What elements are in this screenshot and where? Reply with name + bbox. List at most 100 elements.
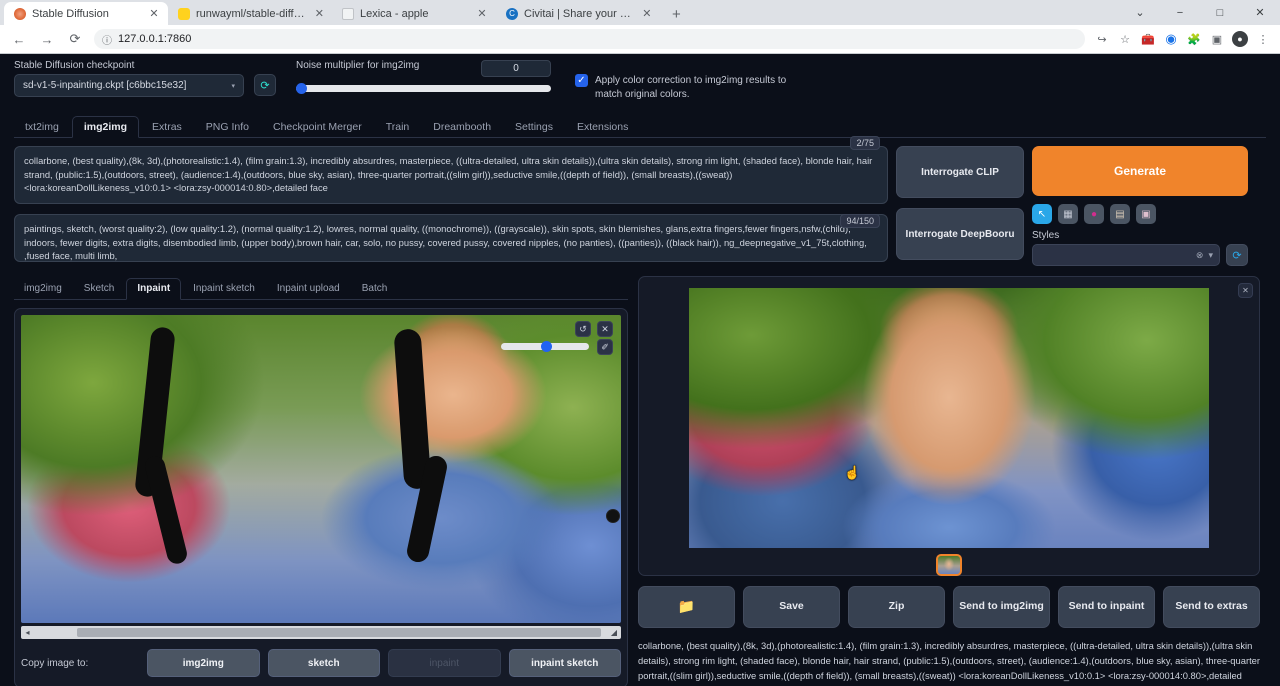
tab-extras[interactable]: Extras <box>141 117 193 138</box>
thumbnail-item[interactable] <box>936 554 962 576</box>
noise-multiplier-slider[interactable] <box>296 85 551 92</box>
interrogate-deepbooru-button[interactable]: Interrogate DeepBooru <box>896 208 1024 260</box>
close-icon[interactable]: ✕ <box>642 7 652 20</box>
canvas-horizontal-scrollbar[interactable]: ◂ ◢ <box>21 626 621 639</box>
workspace: img2img Sketch Inpaint Inpaint sketch In… <box>14 276 1266 686</box>
brush-size-slider[interactable] <box>501 343 589 350</box>
color-correction-checkbox[interactable]: ✓ <box>575 74 588 87</box>
huggingface-icon <box>178 8 190 20</box>
scrollbar-thumb[interactable] <box>77 628 601 637</box>
url-text: 127.0.0.1:7860 <box>118 33 191 45</box>
scroll-left-icon[interactable]: ◂ <box>21 628 34 637</box>
brush-slider-handle[interactable] <box>541 341 552 352</box>
negative-prompt-input[interactable]: paintings, sketch, (worst quality:2), (l… <box>14 214 888 262</box>
tab-txt2img[interactable]: txt2img <box>14 117 70 138</box>
toolbox-icon[interactable]: 🧰 <box>1137 28 1159 50</box>
send-to-img2img-button[interactable]: Send to img2img <box>953 586 1050 628</box>
address-bar[interactable]: ⓘ 127.0.0.1:7860 <box>94 29 1085 49</box>
back-icon[interactable]: ← <box>6 27 32 51</box>
refresh-checkpoints-button[interactable]: ⟳ <box>254 74 276 96</box>
tab-img2img[interactable]: img2img <box>72 116 139 139</box>
clipboard-icon[interactable]: ▤ <box>1110 204 1130 224</box>
minimize-icon[interactable]: − <box>1160 0 1200 25</box>
browser-tab-lexica[interactable]: Lexica - apple ✕ <box>332 2 496 25</box>
noise-multiplier-label: Noise multiplier for img2img <box>296 60 419 71</box>
close-icon[interactable]: ✕ <box>1238 283 1253 298</box>
output-panel: ✕ ☝ 📁 Save Zip Send to img2img Send to i… <box>638 276 1260 686</box>
bookmark-star-icon[interactable]: ☆ <box>1114 28 1136 50</box>
generate-button[interactable]: Generate <box>1032 146 1248 196</box>
subtab-img2img[interactable]: img2img <box>14 279 72 299</box>
sidepanel-icon[interactable]: ▣ <box>1206 28 1228 50</box>
browser-tab-civitai[interactable]: C Civitai | Share your models ✕ <box>496 2 660 25</box>
copy-to-sketch-button[interactable]: sketch <box>268 649 381 677</box>
apply-style-button[interactable]: ⟳ <box>1226 244 1248 266</box>
clear-canvas-icon[interactable]: ✕ <box>597 321 613 337</box>
prompt-fields: 2/75 collarbone, (best quality),(8k, 3d)… <box>14 146 888 266</box>
inpaint-canvas[interactable]: ↺ ✕ ✐ <box>21 315 621 623</box>
subtab-inpaint-sketch[interactable]: Inpaint sketch <box>183 279 265 299</box>
tab-dreambooth[interactable]: Dreambooth <box>422 117 502 138</box>
subtab-sketch[interactable]: Sketch <box>74 279 125 299</box>
puzzle-extension-icon[interactable]: 🧩 <box>1183 28 1205 50</box>
copy-image-label: Copy image to: <box>21 658 139 669</box>
paste-pink-icon[interactable]: ● <box>1084 204 1104 224</box>
interrogate-clip-button[interactable]: Interrogate CLIP <box>896 146 1024 198</box>
civitai-icon: C <box>506 8 518 20</box>
checkpoint-label: Stable Diffusion checkpoint <box>14 60 244 71</box>
reload-icon[interactable]: ⟳ <box>62 27 88 51</box>
new-tab-button[interactable]: + <box>666 6 687 23</box>
styles-label: Styles <box>1032 230 1248 241</box>
arrow-restore-icon[interactable]: ↖ <box>1032 204 1052 224</box>
kebab-menu-icon[interactable]: ⋮ <box>1252 28 1274 50</box>
subtab-batch[interactable]: Batch <box>352 279 398 299</box>
tab-settings[interactable]: Settings <box>504 117 564 138</box>
close-icon[interactable]: ✕ <box>315 7 324 20</box>
copy-to-inpaint-sketch-button[interactable]: inpaint sketch <box>509 649 622 677</box>
generation-info-text: collarbone, (best quality),(8k, 3d),(pho… <box>638 638 1260 686</box>
tab-png-info[interactable]: PNG Info <box>195 117 260 138</box>
profile-avatar-icon[interactable]: ● <box>1229 28 1251 50</box>
brush-cursor-preview <box>606 509 620 523</box>
save-button[interactable]: Save <box>743 586 840 628</box>
positive-prompt-input[interactable]: collarbone, (best quality),(8k, 3d),(pho… <box>14 146 888 204</box>
browser-tab-runwayml[interactable]: runwayml/stable-diffusion-inpai ✕ <box>168 2 332 25</box>
checkpoint-select[interactable]: sd-v1-5-inpainting.ckpt [c6bbc15e32] ▾ <box>14 74 244 97</box>
forward-icon[interactable]: → <box>34 27 60 51</box>
tab-search-chevron-icon[interactable]: ⌄ <box>1120 0 1160 25</box>
extension-blue-icon[interactable]: ◉ <box>1160 28 1182 50</box>
slider-handle[interactable] <box>296 83 307 94</box>
open-folder-button[interactable]: 📁 <box>638 586 735 628</box>
brush-tool-icon[interactable]: ✐ <box>597 339 613 355</box>
close-icon[interactable]: ✕ <box>476 7 488 20</box>
site-info-icon[interactable]: ⓘ <box>102 32 112 47</box>
subtab-inpaint-upload[interactable]: Inpaint upload <box>267 279 350 299</box>
send-to-extras-button[interactable]: Send to extras <box>1163 586 1260 628</box>
trash-icon[interactable]: ▦ <box>1058 204 1078 224</box>
copy-to-img2img-button[interactable]: img2img <box>147 649 260 677</box>
noise-multiplier-value[interactable]: 0 <box>481 60 551 77</box>
send-to-inpaint-button[interactable]: Send to inpaint <box>1058 586 1155 628</box>
clear-icon[interactable]: ⊗ <box>1196 250 1204 261</box>
undo-icon[interactable]: ↺ <box>575 321 591 337</box>
browser-tab-stable-diffusion[interactable]: Stable Diffusion ✕ <box>4 2 168 25</box>
generated-image[interactable]: ☝ <box>689 288 1209 548</box>
canvas-controls: ↺ ✕ <box>575 321 613 337</box>
close-icon[interactable]: ✕ <box>148 7 160 20</box>
chevron-down-icon[interactable]: ▾ <box>1208 250 1213 261</box>
share-icon[interactable]: ↪ <box>1091 28 1113 50</box>
subtab-inpaint[interactable]: Inpaint <box>126 278 181 300</box>
page-icon <box>342 8 354 20</box>
maximize-icon[interactable]: □ <box>1200 0 1240 25</box>
tab-train[interactable]: Train <box>375 117 421 138</box>
styles-select[interactable]: ⊗ ▾ <box>1032 244 1220 266</box>
tab-extensions[interactable]: Extensions <box>566 117 639 138</box>
toolbar-icons: ↪ ☆ 🧰 ◉ 🧩 ▣ ● ⋮ <box>1091 28 1274 50</box>
zip-button[interactable]: Zip <box>848 586 945 628</box>
close-window-icon[interactable]: ✕ <box>1240 0 1280 25</box>
copy-image-row: Copy image to: img2img sketch inpaint in… <box>21 649 621 681</box>
resize-grip-icon[interactable]: ◢ <box>609 628 619 637</box>
tab-checkpoint-merger[interactable]: Checkpoint Merger <box>262 117 373 138</box>
save-style-icon[interactable]: ▣ <box>1136 204 1156 224</box>
color-correction-group[interactable]: ✓ Apply color correction to img2img resu… <box>575 74 805 101</box>
